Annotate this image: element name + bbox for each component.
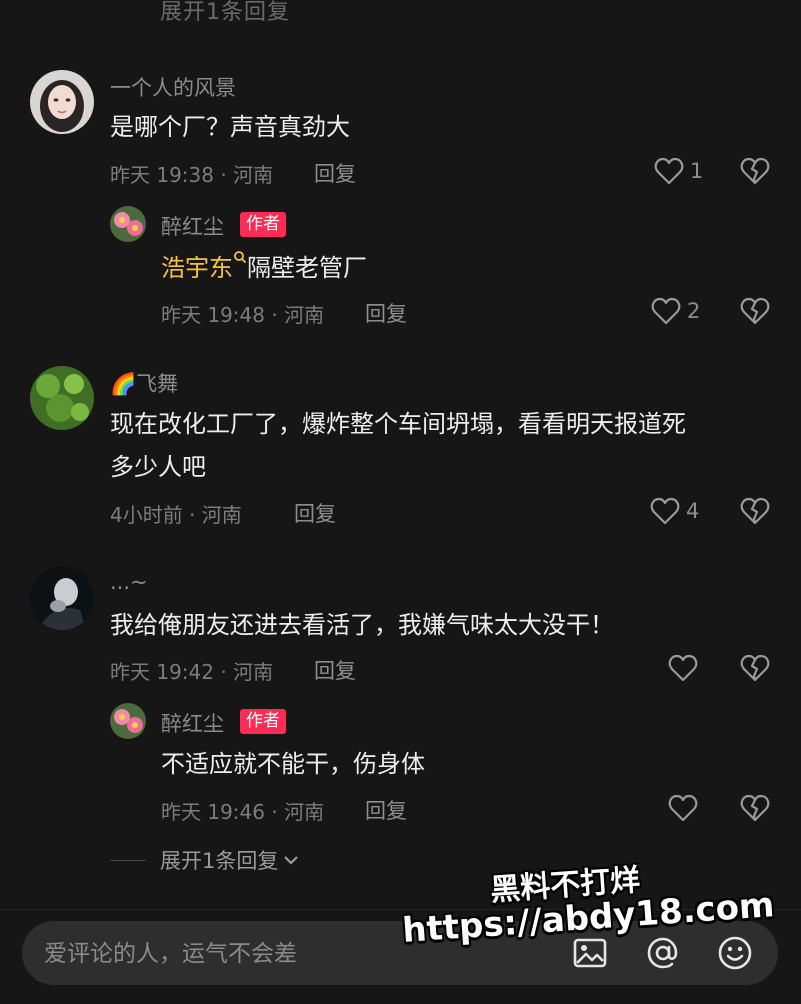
heart-outline-icon: [668, 794, 698, 822]
dislike-button[interactable]: [740, 297, 770, 329]
reply-button[interactable]: 回复: [294, 498, 336, 528]
reply-button[interactable]: 回复: [314, 655, 356, 685]
like-count: 4: [686, 499, 700, 523]
broken-heart-icon: [740, 794, 770, 822]
comment-text-line2: 多少人吧: [110, 453, 206, 481]
comment-username[interactable]: 醉红尘: [161, 708, 224, 738]
heart-outline-icon: [650, 497, 680, 525]
reply-button[interactable]: 回复: [365, 795, 407, 825]
broken-heart-icon: [740, 157, 770, 185]
expand-replies-button[interactable]: 展开1条回复: [110, 845, 300, 875]
emoji-button[interactable]: [716, 934, 754, 976]
broken-heart-icon: [740, 297, 770, 325]
dislike-button[interactable]: [740, 654, 770, 686]
dislike-button[interactable]: [740, 794, 770, 826]
heart-outline-icon: [651, 297, 681, 325]
search-icon: [234, 251, 247, 264]
reply-button[interactable]: 回复: [314, 158, 356, 188]
like-button[interactable]: 4: [650, 497, 699, 525]
like-button[interactable]: [668, 654, 698, 682]
like-count: 2: [687, 299, 701, 323]
like-button[interactable]: 1: [654, 157, 703, 185]
author-badge: 作者: [240, 212, 286, 237]
dislike-button[interactable]: [740, 157, 770, 189]
comment-username[interactable]: 🌈飞舞: [110, 368, 178, 398]
heart-outline-icon: [654, 157, 684, 185]
expand-replies-label: 展开1条回复: [160, 849, 279, 873]
comment-meta: 昨天 19:42 · 河南: [110, 660, 274, 684]
avatar[interactable]: [110, 206, 146, 242]
dislike-button[interactable]: [740, 497, 770, 529]
mention-link[interactable]: 浩宇东: [161, 254, 233, 282]
broken-heart-icon: [740, 497, 770, 525]
divider: [110, 859, 146, 861]
like-button[interactable]: [668, 794, 698, 822]
image-icon: [573, 938, 607, 968]
comment-text: 现在改化工厂了，爆炸整个车间坍塌，看看明天报道死: [110, 410, 686, 438]
avatar[interactable]: [30, 566, 94, 630]
chevron-down-icon: [284, 856, 299, 865]
comment-meta: 昨天 19:48 · 河南: [161, 303, 325, 327]
comment-username[interactable]: ...~: [110, 570, 148, 594]
heart-outline-icon: [668, 654, 698, 682]
comment-username-text: 飞舞: [136, 372, 179, 396]
rainbow-emoji: 🌈: [110, 372, 137, 396]
at-icon: [647, 937, 678, 969]
comment-meta: 4小时前 · 河南: [110, 503, 242, 527]
comment-text: 浩宇东 隔壁老管厂: [161, 247, 367, 290]
mention-button[interactable]: [644, 934, 682, 976]
emoji-icon: [718, 936, 752, 970]
avatar[interactable]: [110, 703, 146, 739]
avatar[interactable]: [30, 366, 94, 430]
broken-heart-icon: [740, 654, 770, 682]
image-button[interactable]: [572, 935, 608, 975]
comment-text: 我给俺朋友还进去看活了，我嫌气味太大没干！: [110, 611, 614, 639]
comment-username[interactable]: 醉红尘: [161, 211, 224, 241]
like-button[interactable]: 2: [651, 297, 700, 325]
author-badge: 作者: [240, 709, 286, 734]
comment-text: 是哪个厂？声音真劲大: [110, 113, 350, 141]
comment-text: 不适应就不能干，伤身体: [161, 750, 425, 778]
reply-button[interactable]: 回复: [365, 298, 407, 328]
avatar[interactable]: [30, 70, 94, 134]
comment-meta: 昨天 19:46 · 河南: [161, 800, 325, 824]
comment-meta: 昨天 19:38 · 河南: [110, 163, 274, 187]
comment-text-body: 隔壁老管厂: [247, 254, 367, 282]
comment-username[interactable]: 一个人的风景: [110, 72, 236, 102]
collapsed-replies-cut[interactable]: 展开1条回复: [160, 0, 290, 26]
like-count: 1: [690, 159, 704, 183]
